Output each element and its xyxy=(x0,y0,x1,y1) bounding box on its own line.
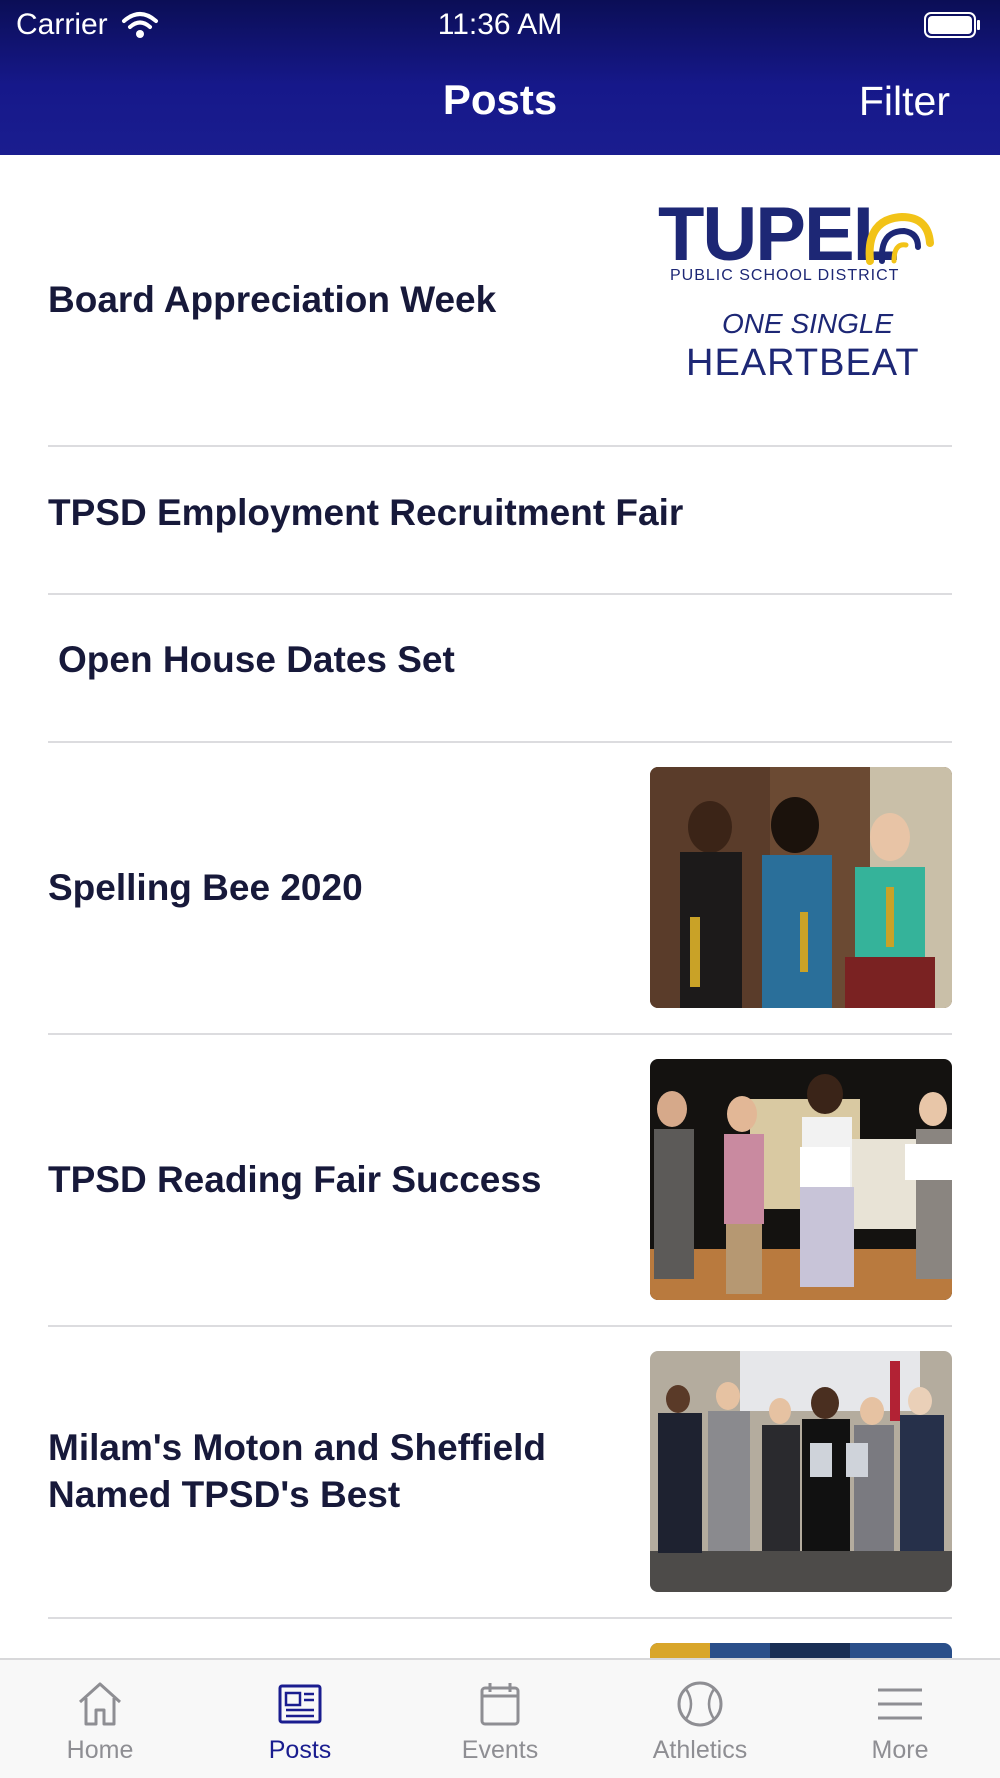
page-title: Posts xyxy=(442,76,558,123)
post-title: Open House Dates Set xyxy=(58,639,455,680)
post-thumbnail xyxy=(650,767,952,1008)
calendar-icon xyxy=(480,1683,520,1726)
logo-tagline: ONE SINGLE xyxy=(722,308,894,339)
logo-heartbeat: HEARTBEAT xyxy=(686,342,920,384)
posts-icon xyxy=(278,1684,322,1724)
status-time: 11:36 AM xyxy=(437,8,563,41)
battery-icon xyxy=(924,12,980,38)
post-title: Spelling Bee 2020 xyxy=(48,867,363,908)
list-item[interactable]: Board Appreciation Week TUPEL PUBLIC SCH… xyxy=(48,155,952,447)
tab-more[interactable]: More xyxy=(800,1660,1000,1778)
post-thumbnail xyxy=(650,1059,952,1300)
tupelo-logo: TUPEL PUBLIC SCHOOL DISTRICT ONE SINGLE … xyxy=(652,195,942,385)
posts-list: Board Appreciation Week TUPEL PUBLIC SCH… xyxy=(0,155,1000,1683)
post-title: Board Appreciation Week xyxy=(48,279,497,320)
tab-label: Events xyxy=(461,1736,539,1764)
list-item[interactable]: Milam's Moton and Sheffield Named TPSD's… xyxy=(48,1327,952,1619)
tab-athletics[interactable]: Athletics xyxy=(600,1660,800,1778)
post-title: TPSD Reading Fair Success xyxy=(48,1159,542,1200)
list-item[interactable] xyxy=(48,1619,952,1683)
list-item[interactable]: Spelling Bee 2020 xyxy=(48,743,952,1035)
tab-label: Posts xyxy=(268,1736,332,1764)
nav-header: Carrier 11:36 AM Posts Filter xyxy=(0,0,1000,155)
list-item[interactable]: TPSD Reading Fair Success xyxy=(48,1035,952,1327)
baseball-icon xyxy=(677,1681,723,1727)
menu-icon xyxy=(878,1688,922,1720)
tab-events[interactable]: Events xyxy=(400,1660,600,1778)
post-title: TPSD Employment Recruitment Fair xyxy=(48,492,684,533)
list-item[interactable]: TPSD Employment Recruitment Fair xyxy=(48,447,952,595)
tab-posts[interactable]: Posts xyxy=(200,1660,400,1778)
tab-label: More xyxy=(871,1736,929,1764)
filter-button[interactable]: Filter xyxy=(859,78,950,125)
tab-bar: Home Posts Events Athletics More xyxy=(0,1658,1000,1778)
post-title: Milam's Moton and Sheffield Named TPSD's… xyxy=(48,1427,547,1515)
logo-subtitle: PUBLIC SCHOOL DISTRICT xyxy=(670,267,900,284)
post-thumbnail xyxy=(650,1351,952,1592)
tab-label: Athletics xyxy=(652,1736,748,1764)
tab-label: Home xyxy=(66,1736,134,1764)
swirl-icon xyxy=(865,212,934,265)
home-icon xyxy=(78,1682,122,1726)
tab-home[interactable]: Home xyxy=(0,1660,200,1778)
list-item[interactable]: Open House Dates Set xyxy=(48,595,952,743)
